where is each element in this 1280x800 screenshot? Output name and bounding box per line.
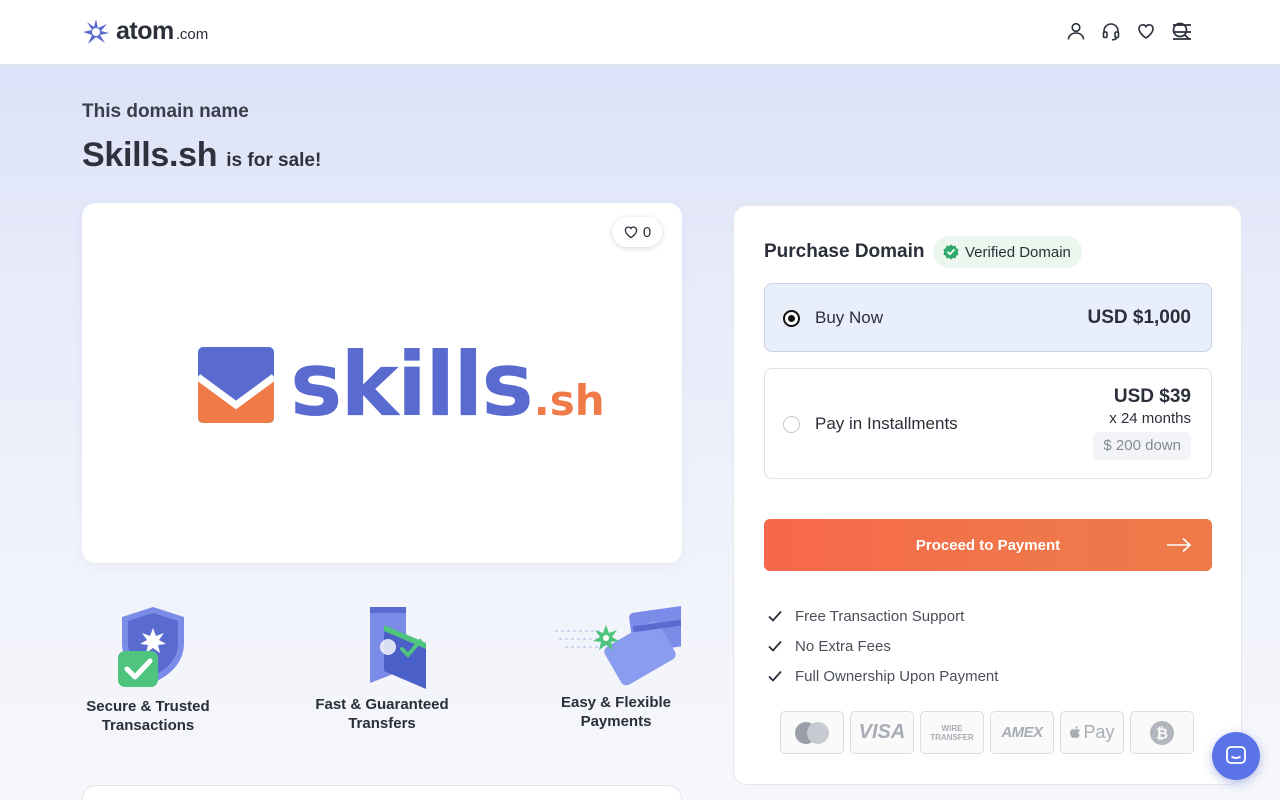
- purchase-title: Purchase Domain: [764, 241, 925, 262]
- wire-transfer-icon: WIRE TRANSFER: [920, 711, 984, 754]
- user-icon[interactable]: [1065, 20, 1087, 42]
- svg-text:₿: ₿: [1156, 724, 1168, 742]
- arrow-right-icon: [1167, 537, 1192, 553]
- buy-now-price: USD $1,000: [1087, 307, 1191, 328]
- feature-transfer-label-1: Fast & Guaranteed: [315, 696, 449, 713]
- verified-check-icon: [943, 244, 959, 260]
- buy-now-radio[interactable]: [783, 310, 800, 327]
- menu-icon[interactable]: [1170, 20, 1194, 44]
- installments-option[interactable]: Pay in Installments USD $39 x 24 months …: [764, 368, 1212, 479]
- feature-transfer-label-2: Transfers: [348, 715, 416, 732]
- bottom-card: [82, 785, 682, 800]
- domain-logo-card: 0 skills .sh: [82, 203, 682, 563]
- feature-payments-label-1: Easy & Flexible: [560, 694, 672, 711]
- site-header: atom .com: [0, 0, 1280, 65]
- skills-brand-logo: skills .sh: [198, 341, 605, 429]
- benefit-label: No Extra Fees: [795, 637, 891, 655]
- amex-icon: AMEX: [990, 711, 1054, 754]
- atom-logo[interactable]: atom .com: [82, 17, 208, 46]
- for-sale-label: is for sale!: [226, 150, 322, 171]
- brand-tld: .sh: [533, 375, 605, 425]
- bitcoin-icon: ₿: [1130, 711, 1194, 754]
- domain-name: Skills.sh: [82, 136, 218, 174]
- feature-secure-label-2: Transactions: [101, 717, 195, 734]
- apple-pay-icon: Pay: [1060, 711, 1124, 754]
- visa-icon: VISA: [850, 711, 914, 754]
- atom-star-icon: [83, 18, 109, 44]
- chat-widget-button[interactable]: [1212, 732, 1260, 780]
- proceed-label: Proceed to Payment: [915, 536, 1061, 554]
- purchase-panel: Purchase Domain Verified Domain Buy Now …: [733, 205, 1242, 785]
- installments-down-payment: $ 200 down: [1093, 432, 1191, 460]
- benefit-label: Free Transaction Support: [795, 607, 965, 625]
- benefit-item: Free Transaction Support: [767, 601, 998, 631]
- feature-secure: Secure & Trusted Transactions: [63, 603, 233, 735]
- payment-methods: VISA WIRE TRANSFER AMEX Pay ₿: [780, 711, 1194, 754]
- heart-outline-icon: [624, 226, 638, 239]
- check-icon: [768, 610, 782, 622]
- check-icon: [768, 670, 782, 682]
- like-count: 0: [642, 223, 652, 241]
- check-icon: [768, 640, 782, 652]
- benefit-item: No Extra Fees: [767, 631, 998, 661]
- benefits-list: Free Transaction Support No Extra Fees F…: [767, 601, 998, 691]
- feature-payments-label-2: Payments: [580, 713, 652, 730]
- brand-envelope-icon: [198, 347, 274, 423]
- verified-label: Verified Domain: [965, 243, 1071, 261]
- feature-payments: Easy & Flexible Payments: [531, 603, 701, 731]
- benefit-item: Full Ownership Upon Payment: [767, 661, 998, 691]
- benefit-label: Full Ownership Upon Payment: [795, 667, 999, 685]
- chat-icon: [1226, 746, 1246, 764]
- buy-now-label: Buy Now: [815, 308, 884, 327]
- shield-check-icon: [118, 607, 184, 687]
- proceed-to-payment-button[interactable]: Proceed to Payment: [764, 519, 1212, 571]
- logo-text: atom: [116, 17, 174, 45]
- installments-label: Pay in Installments: [815, 414, 958, 433]
- feature-transfer: Fast & Guaranteed Transfers: [297, 603, 467, 733]
- page-subtitle: This domain name: [82, 101, 249, 122]
- buy-now-option[interactable]: Buy Now USD $1,000: [764, 283, 1212, 352]
- like-button[interactable]: 0: [612, 217, 662, 247]
- headset-icon[interactable]: [1100, 20, 1122, 42]
- feature-secure-label-1: Secure & Trusted: [86, 698, 210, 715]
- brand-word: skills: [290, 333, 534, 436]
- heart-icon[interactable]: [1135, 20, 1157, 42]
- installments-months: x 24 months: [1109, 410, 1191, 427]
- cards-icon: [555, 605, 681, 686]
- transfer-icon: [370, 607, 426, 689]
- logo-tld: .com: [175, 26, 209, 43]
- mastercard-icon: [780, 711, 844, 754]
- page-title: Skills.sh is for sale!: [82, 136, 321, 175]
- verified-badge: Verified Domain: [933, 236, 1082, 268]
- installments-radio[interactable]: [783, 416, 800, 433]
- installments-price: USD $39: [1113, 386, 1191, 407]
